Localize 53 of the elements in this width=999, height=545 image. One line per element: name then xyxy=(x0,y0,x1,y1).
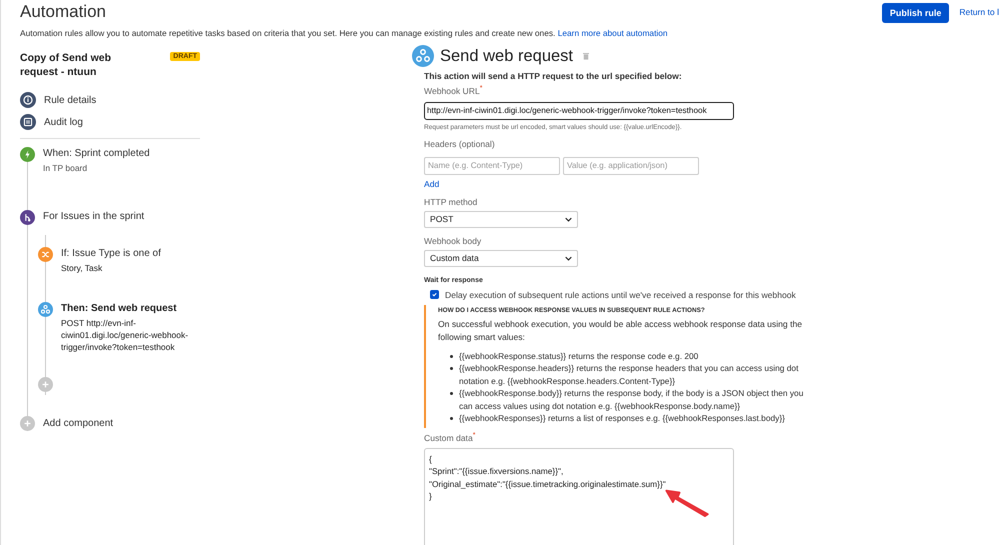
page-description: Automation rules allow you to automate repetitive tasks based on criteria that you set. Here you can manage existing rules and create new ones. Learn more about automation xyxy=(20,28,669,38)
chevron-down-icon xyxy=(565,216,572,222)
shuffle-icon xyxy=(38,247,53,262)
action-title: Send web request xyxy=(440,46,574,66)
learn-more-link[interactable]: Learn more about automation xyxy=(558,28,668,38)
list-item-text: {{webhookResponse.headers}} returns the response headers that you can access using dot notation e.g. {{webhookResponse.headers.Content-Type}} xyxy=(459,362,800,388)
add-icon[interactable] xyxy=(20,416,35,431)
bullet-icon xyxy=(450,354,453,358)
webhook-body-select[interactable]: Custom data xyxy=(424,250,578,267)
add-icon[interactable] xyxy=(38,377,53,392)
rule-nav-item[interactable]: Rule details xyxy=(44,94,96,106)
component-title[interactable]: If: Issue Type is one of xyxy=(61,248,206,259)
header-value-field[interactable]: Value (e.g. application/json) xyxy=(563,156,699,175)
branch-icon xyxy=(20,210,35,225)
custom-data-field[interactable]: { "Sprint":"{{issue.fixversions.name}}", "Original_estimate":"{{issue.timetracking.originalestimate.sum}}" } xyxy=(424,448,734,545)
list-item-text: {{webhookResponse.body}} returns the response body, if the body is a JSON object then you can access values using dot notation e.g. {{webhookResponse.body.name}} xyxy=(459,387,804,412)
field-label: HTTP method xyxy=(424,196,478,207)
field-label: Webhook body xyxy=(424,236,482,246)
chevron-down-icon xyxy=(565,256,572,261)
delete-icon[interactable] xyxy=(583,52,590,60)
webhook-url-field[interactable]: http://evn-inf-ciwin01.digi.loc/generic-webhook-trigger/invoke?token=testhook xyxy=(424,102,734,120)
field-label: Headers (optional) xyxy=(424,138,495,149)
rule-nav-item[interactable]: Audit log xyxy=(44,116,83,128)
action-description: This action will send a HTTP request to the url specified below: xyxy=(424,71,682,81)
checkbox[interactable] xyxy=(430,290,439,300)
list-icon xyxy=(20,114,36,130)
lightning-icon xyxy=(20,147,35,162)
webhook-icon xyxy=(412,45,434,67)
component-subtitle: In TP board xyxy=(43,162,88,174)
component-title[interactable]: For Issues in the sprint xyxy=(43,211,144,222)
add-header-link[interactable]: Add xyxy=(424,178,440,189)
list-item-text: {{webhookResponses}} returns a list of responses e.g. {{webhookResponses.last.body}} xyxy=(459,412,785,425)
component-subtitle: POST http://evn-inf-ciwin01.digi.loc/generic-webhook-trigger/invoke?token=testhook xyxy=(61,317,190,353)
webhook-icon xyxy=(38,302,53,317)
component-title[interactable]: Then: Send web request xyxy=(61,303,206,314)
http-method-select[interactable]: POST xyxy=(424,210,578,228)
list-item-text: {{webhookResponse.status}} returns the response code e.g. 200 xyxy=(459,350,698,362)
page-title: Automation xyxy=(20,2,106,22)
checkbox-label: Delay execution of subsequent rule actions until we've received a response for this webhook xyxy=(445,290,796,300)
bullet-icon xyxy=(450,392,453,396)
return-link[interactable]: Return to l xyxy=(959,7,999,17)
bullet-icon xyxy=(450,367,453,370)
header-name-field[interactable]: Name (e.g. Content-Type) xyxy=(424,156,560,175)
bullet-icon xyxy=(450,417,453,420)
info-text: On successful webhook execution, you would be able access webhook response data using the following smart values: xyxy=(438,318,804,344)
component-title[interactable]: When: Sprint completed xyxy=(43,148,150,159)
publish-button[interactable]: Publish rule xyxy=(882,3,950,23)
field-label: Custom data$^{*}$ xyxy=(424,432,476,443)
rule-name: Copy of Send web request - ntuun xyxy=(20,51,112,79)
component-subtitle: Story, Task xyxy=(61,262,104,274)
field-label: Webhook URL$^{*}$ xyxy=(424,85,482,96)
add-component-link[interactable]: Add component xyxy=(43,418,114,429)
info-icon xyxy=(20,92,36,108)
